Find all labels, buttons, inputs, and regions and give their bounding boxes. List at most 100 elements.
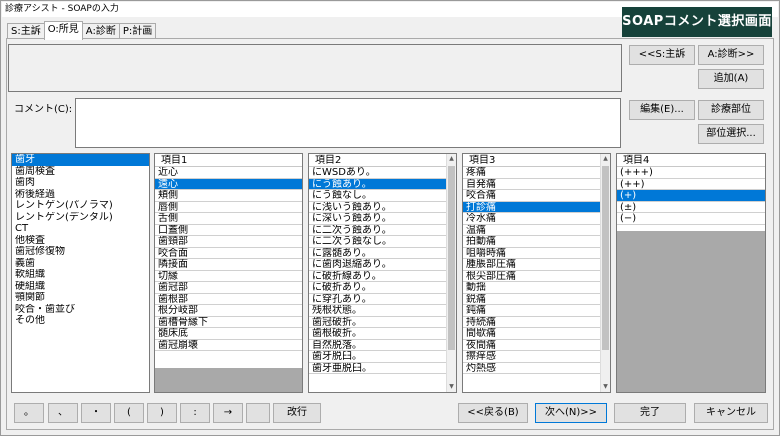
scroll-down-icon[interactable]: ▼ <box>601 382 610 392</box>
symbol-arrow-button[interactable]: → <box>213 403 243 423</box>
item2-list-item[interactable]: 歯根破折。 <box>309 328 446 340</box>
category-list-item[interactable]: 硬組織 <box>12 281 149 293</box>
category-list-item[interactable]: 咬合・歯並び <box>12 304 149 316</box>
item2-list[interactable]: 項目2 にWSDあり。 にう蝕あり。 にう蝕なし。 に浅いう蝕あり。 に深いう蝕あり。に… <box>308 153 457 393</box>
item2-list-item[interactable]: にう蝕なし。 <box>309 190 446 202</box>
item2-list-item[interactable]: に破折あり。 <box>309 282 446 294</box>
item2-list-item[interactable]: に二次う蝕あり。 <box>309 225 446 236</box>
category-list-item[interactable]: その他 <box>12 315 149 327</box>
back-button[interactable]: <<戻る(B) <box>458 403 528 423</box>
item3-list-item[interactable]: 咬合痛 <box>463 190 600 202</box>
item4-list-item[interactable]: (−) <box>617 213 765 225</box>
item3-list-item[interactable]: 灼熱感 <box>463 363 600 374</box>
scroll-down-icon[interactable]: ▼ <box>447 382 456 392</box>
symbol-dot-button[interactable]: ・ <box>81 403 111 423</box>
item1-list-item[interactable]: 髄床底 <box>155 328 302 340</box>
item1-list-item[interactable]: 歯冠部 <box>155 282 302 294</box>
item3-list-item[interactable]: 打診痛 <box>463 201 600 213</box>
symbol-colon-button[interactable]: : <box>180 403 210 423</box>
symbol-close-paren-button[interactable]: ) <box>147 403 177 423</box>
scroll-up-icon[interactable]: ▲ <box>447 154 456 164</box>
item1-list-item[interactable]: 近心 <box>155 167 302 179</box>
item2-list-item[interactable]: 歯牙亜脱臼。 <box>309 363 446 374</box>
symbol-blank-button[interactable] <box>246 403 270 423</box>
item3-list-item[interactable]: 冷水痛 <box>463 213 600 225</box>
item3-list-item[interactable]: 鈍痛 <box>463 305 600 317</box>
category-list-item[interactable]: 義歯 <box>12 258 149 270</box>
item2-list-item[interactable]: にう蝕あり。 <box>309 178 446 190</box>
item1-list-item[interactable]: 根分岐部 <box>155 305 302 317</box>
item1-list-item[interactable]: 歯頸部 <box>155 236 302 248</box>
item4-list-item[interactable]: (+) <box>617 190 765 202</box>
category-list-item[interactable]: レントゲン(デンタル) <box>12 212 149 224</box>
category-list-item[interactable]: レントゲン(パノラマ) <box>12 200 149 212</box>
category-list-item[interactable]: 歯冠修復物 <box>12 246 149 258</box>
item3-list-item[interactable]: 疼痛 <box>463 167 600 179</box>
tab-objective[interactable]: O:所見 <box>43 21 83 40</box>
item3-list-item[interactable]: 拍動痛 <box>463 236 600 248</box>
category-list[interactable]: 歯牙 歯周検査 歯肉 術後経過 レントゲン(パノラマ) レントゲン(デンタル) CT 他検査歯… <box>11 153 150 393</box>
scroll-up-icon[interactable]: ▲ <box>601 154 610 164</box>
item2-scroll-thumb[interactable] <box>448 166 455 350</box>
item3-list-item[interactable]: 持続痛 <box>463 317 600 328</box>
item1-list-item[interactable]: 切縁 <box>155 271 302 282</box>
item1-list-item[interactable]: 咬合面 <box>155 248 302 259</box>
done-button[interactable]: 完了 <box>614 403 686 423</box>
item3-list-item[interactable]: 咀嚼時痛 <box>463 248 600 259</box>
item2-list-item[interactable]: に破折線あり。 <box>309 271 446 282</box>
item4-list-item[interactable]: (++) <box>617 179 765 190</box>
item1-list-item[interactable]: 隣接面 <box>155 259 302 271</box>
category-list-item[interactable]: 歯周検査 <box>12 166 149 178</box>
item1-list-item[interactable]: 唇側 <box>155 202 302 213</box>
item2-scrollbar[interactable]: ▲ ▼ <box>446 154 456 392</box>
item2-list-item[interactable]: 歯冠破折。 <box>309 317 446 328</box>
item3-list-item[interactable]: 根尖部圧痛 <box>463 271 600 282</box>
soap-text-area[interactable] <box>8 44 622 92</box>
newline-button[interactable]: 改行 <box>273 403 321 423</box>
item3-list-item[interactable]: 自発痛 <box>463 179 600 190</box>
item2-list-item[interactable]: に二次う蝕なし。 <box>309 236 446 248</box>
item3-scroll-thumb[interactable] <box>602 166 609 350</box>
item2-list-item[interactable]: にWSDあり。 <box>309 167 446 179</box>
item3-list[interactable]: 項目3 疼痛 自発痛 咬合痛 打診痛 冷水痛 温痛 拍動痛 咀嚼時痛 腫脹部圧痛 根尖部圧痛 動揺鋭… <box>462 153 611 393</box>
item2-list-item[interactable]: に露髄あり。 <box>309 248 446 259</box>
category-list-item[interactable]: 術後経過 <box>12 189 149 201</box>
category-list-item[interactable]: CT <box>12 223 149 235</box>
item4-list[interactable]: 項目4 (+++) (++) (+) (±) (−) <box>616 153 766 393</box>
category-list-item[interactable]: 歯牙 <box>12 154 149 166</box>
item2-list-item[interactable]: 歯牙脱臼。 <box>309 351 446 363</box>
item1-list-item[interactable]: 歯根部 <box>155 294 302 305</box>
item2-list-item[interactable]: に歯肉退縮あり。 <box>309 259 446 271</box>
item4-list-item[interactable]: (±) <box>617 202 765 213</box>
edit-button[interactable]: 編集(E)... <box>629 100 695 120</box>
next-button[interactable]: 次へ(N)>> <box>535 403 607 423</box>
item1-list[interactable]: 項目1 近心 遠心 頬側 唇側 舌側 口蓋側 歯頸部 咬合面 隣接面 切縁 歯冠部 歯根部 根分岐部 歯槽… <box>154 153 303 393</box>
site-select-button[interactable]: 部位選択... <box>698 124 764 144</box>
category-list-item[interactable]: 顎関節 <box>12 292 149 304</box>
item3-list-item[interactable]: 温痛 <box>463 225 600 236</box>
category-list-item[interactable]: 歯肉 <box>12 177 149 189</box>
item3-list-item[interactable]: 夜間痛 <box>463 340 600 351</box>
category-list-item[interactable]: 他検査 <box>12 235 149 247</box>
item3-list-item[interactable]: 腫脹部圧痛 <box>463 259 600 271</box>
item3-list-item[interactable]: 間歇痛 <box>463 328 600 340</box>
item2-list-item[interactable]: に穿孔あり。 <box>309 294 446 305</box>
item2-list-item[interactable]: に浅いう蝕あり。 <box>309 202 446 213</box>
item1-list-item[interactable]: 頬側 <box>155 190 302 202</box>
symbol-comma-button[interactable]: 、 <box>48 403 78 423</box>
item4-list-item[interactable]: (+++) <box>617 167 765 179</box>
symbol-period-button[interactable]: 。 <box>14 403 44 423</box>
comment-input[interactable] <box>75 98 621 148</box>
next-assessment-button[interactable]: A:診断>> <box>698 45 764 65</box>
item1-list-item[interactable]: 舌側 <box>155 213 302 225</box>
add-button[interactable]: 追加(A) <box>698 69 764 89</box>
cancel-button[interactable]: キャンセル <box>694 403 768 423</box>
prev-subjective-button[interactable]: <<S:主訴 <box>629 45 695 65</box>
item3-list-item[interactable]: 動揺 <box>463 282 600 294</box>
item2-list-item[interactable]: 自然脱落。 <box>309 340 446 351</box>
item3-list-item[interactable]: 鋭痛 <box>463 294 600 305</box>
category-list-item[interactable]: 軟組織 <box>12 269 149 281</box>
item3-list-item[interactable]: 擦痒感 <box>463 351 600 363</box>
symbol-open-paren-button[interactable]: ( <box>114 403 144 423</box>
item1-list-item[interactable]: 歯冠崩壊 <box>155 340 302 351</box>
